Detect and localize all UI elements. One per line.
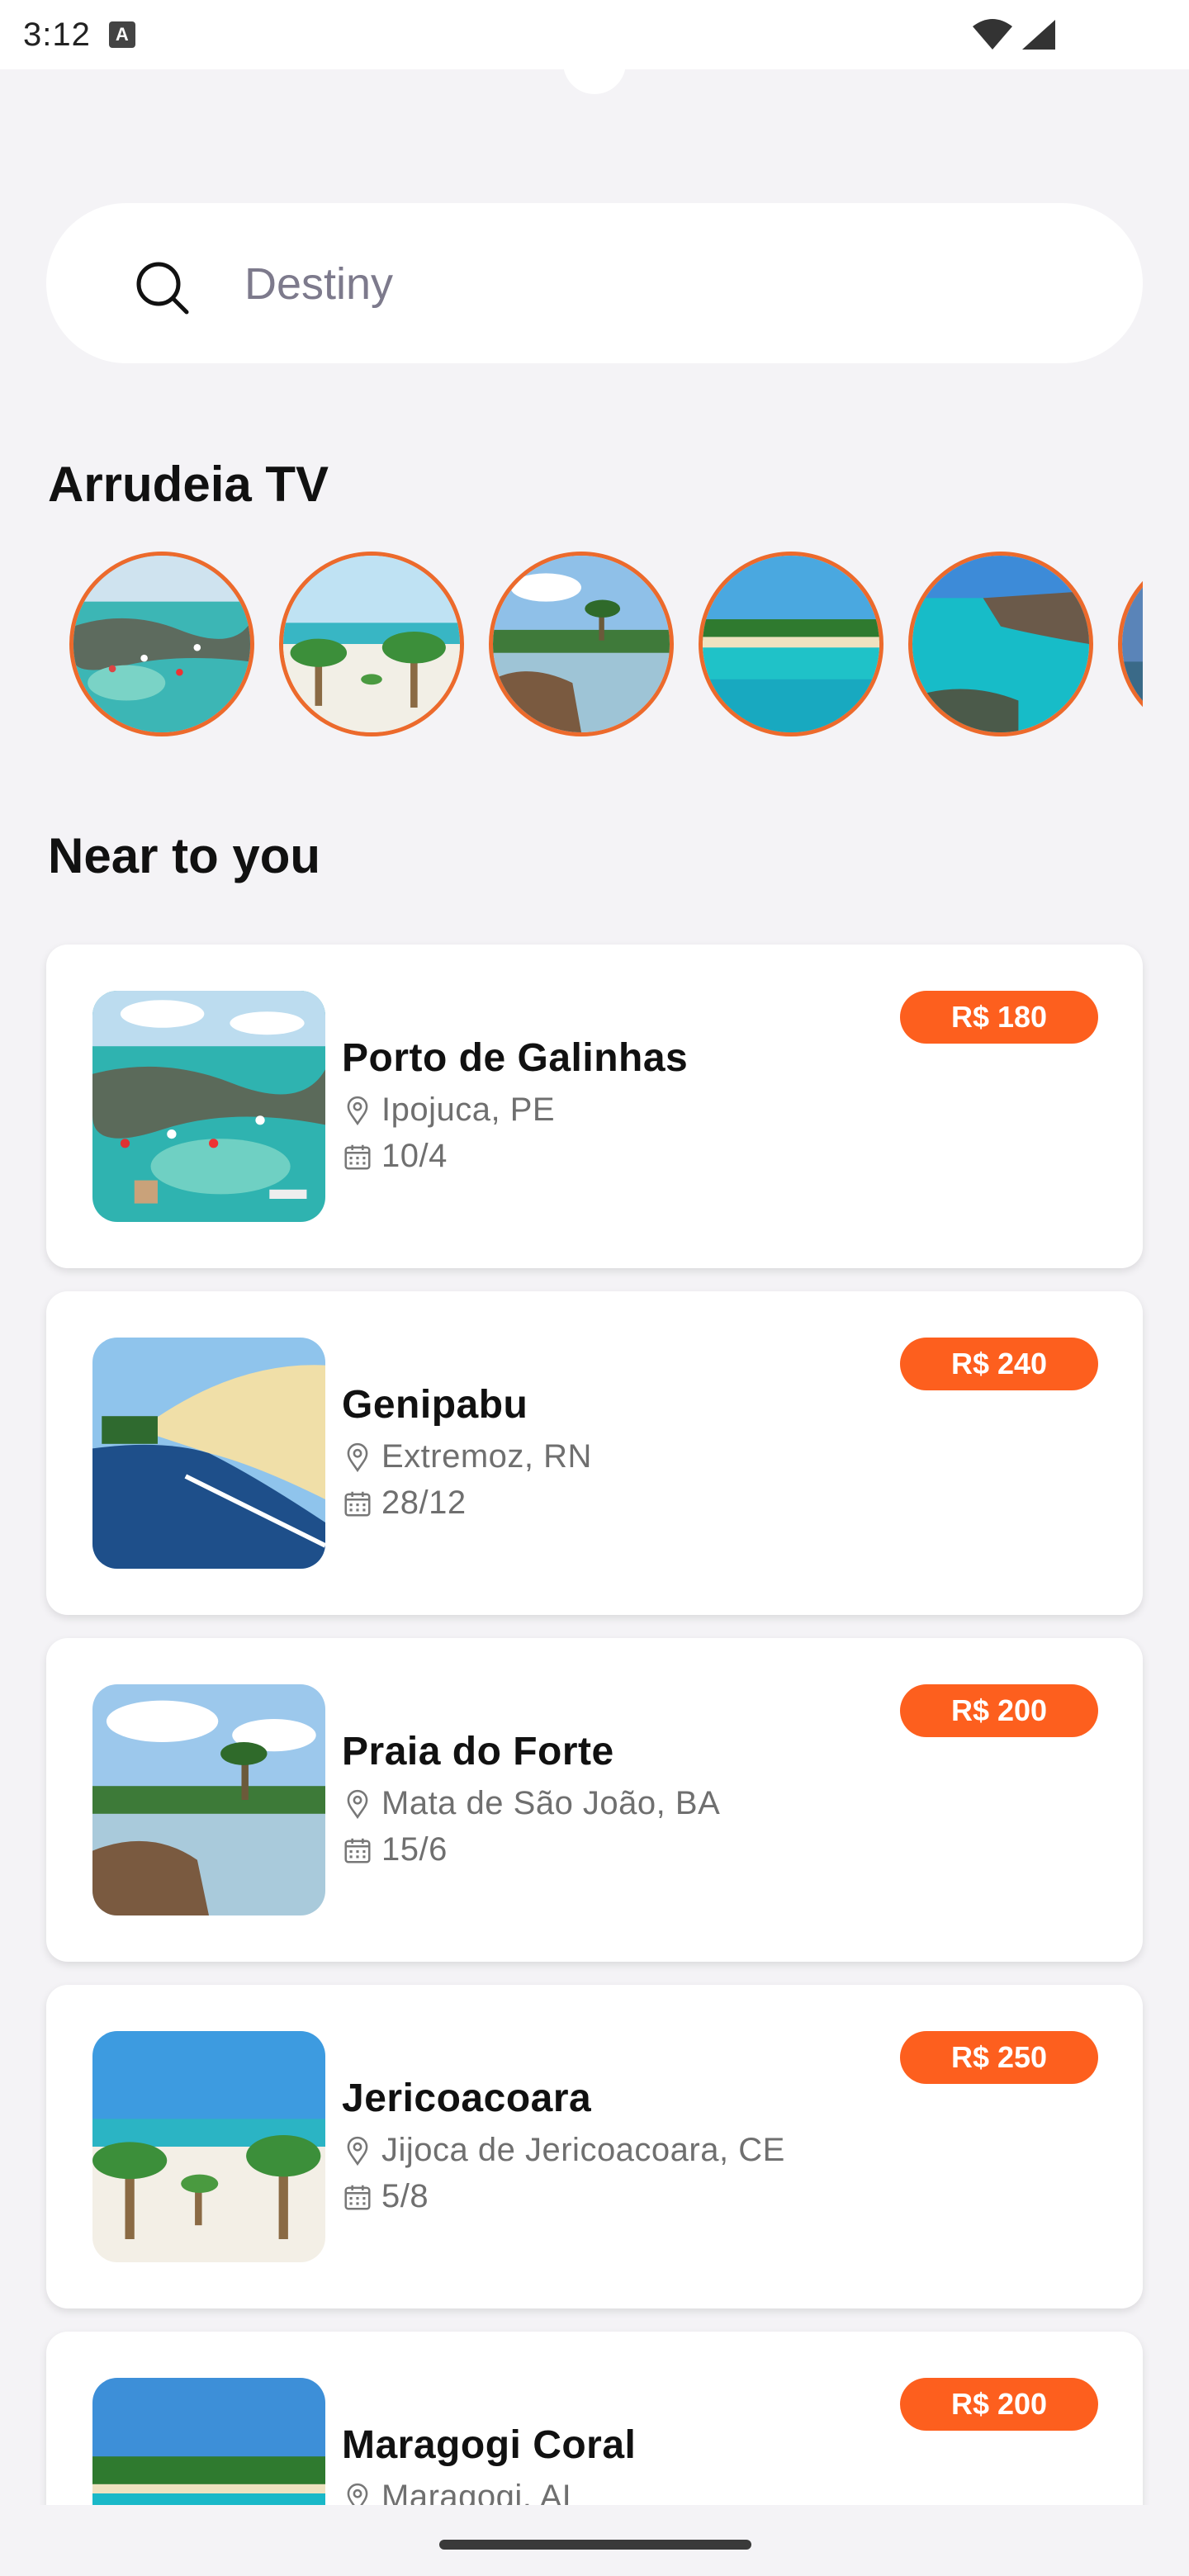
price-badge: R$ 240 [900,1338,1098,1390]
calendar-icon [344,2185,371,2210]
story-image [703,556,879,732]
destination-name: Genipabu [342,1383,528,1427]
story-item[interactable] [279,552,464,736]
destination-card[interactable]: Praia do Forte Mata de São João, BA 15/6… [46,1638,1143,1962]
location-pin-icon [347,2136,368,2166]
location-text: Extremoz, RN [381,1438,592,1475]
price-badge: R$ 200 [900,1684,1098,1737]
date-text: 15/6 [381,1831,448,1868]
story-item[interactable] [699,552,883,736]
section-title-arrudeia-tv: Arrudeia TV [48,457,329,512]
stories-carousel[interactable] [46,548,1143,740]
price-badge: R$ 250 [900,2031,1098,2084]
location-text: Mata de São João, BA [381,1785,721,1821]
destination-name: Jericoacoara [342,2076,592,2120]
destination-image [92,1338,325,1569]
destination-name: Praia do Forte [342,1730,614,1773]
story-image [73,556,250,732]
search-input[interactable] [244,244,1070,324]
destination-image [92,991,325,1222]
date-text: 28/12 [381,1485,467,1521]
calendar-icon [344,1491,371,1517]
destination-name: Maragogi Coral [342,2423,637,2467]
destination-image [92,2031,325,2262]
search-icon[interactable] [132,258,192,317]
status-icons [971,18,1057,51]
destination-date: 15/6 [342,1831,448,1868]
story-image [283,556,460,732]
screen: 3:12 A Arrudeia TV [0,0,1189,2576]
gesture-handle[interactable] [439,2540,751,2550]
date-text: 5/8 [381,2178,429,2214]
destination-location: Ipojuca, PE [342,1091,555,1129]
status-time: 3:12 [23,16,91,53]
destination-date: 28/12 [342,1485,467,1522]
a-icon: A [108,21,135,48]
location-pin-icon [347,1442,368,1472]
destination-location: Jijoca de Jericoacoara, CE [342,2132,785,2169]
location-pin-icon [347,1789,368,1819]
destination-card[interactable]: Jericoacoara Jijoca de Jericoacoara, CE … [46,1985,1143,2308]
location-text: Ipojuca, PE [381,1091,556,1128]
price-badge: R$ 200 [900,2378,1098,2431]
date-text: 10/4 [381,1138,448,1174]
destination-date: 10/4 [342,1138,448,1175]
destination-name: Porto de Galinhas [342,1036,689,1080]
wifi-icon [973,19,1012,50]
search-bar[interactable] [46,203,1143,363]
story-item[interactable] [489,552,674,736]
calendar-icon [344,1144,371,1170]
location-text: Jijoca de Jericoacoara, CE [381,2132,785,2168]
story-item[interactable] [908,552,1093,736]
camera-notch [563,58,626,94]
story-image [1122,556,1143,732]
story-image [493,556,670,732]
section-title-near-to-you: Near to you [48,828,321,883]
destination-card[interactable]: Genipabu Extremoz, RN 28/12 R$ 240 [46,1291,1143,1615]
story-item[interactable] [1118,552,1143,736]
destination-image [92,1684,325,1915]
navigation-bar [0,2505,1189,2576]
destination-card[interactable]: Porto de Galinhas Ipojuca, PE 10/4 R$ 18… [46,945,1143,1268]
signal-icon [1022,20,1055,50]
story-image [912,556,1089,732]
destination-date: 5/8 [342,2178,429,2215]
destination-location: Mata de São João, BA [342,1785,720,1822]
price-badge: R$ 180 [900,991,1098,1044]
location-pin-icon [347,1096,368,1125]
story-item[interactable] [69,552,254,736]
calendar-icon [344,1838,371,1863]
destination-location: Extremoz, RN [342,1438,592,1475]
